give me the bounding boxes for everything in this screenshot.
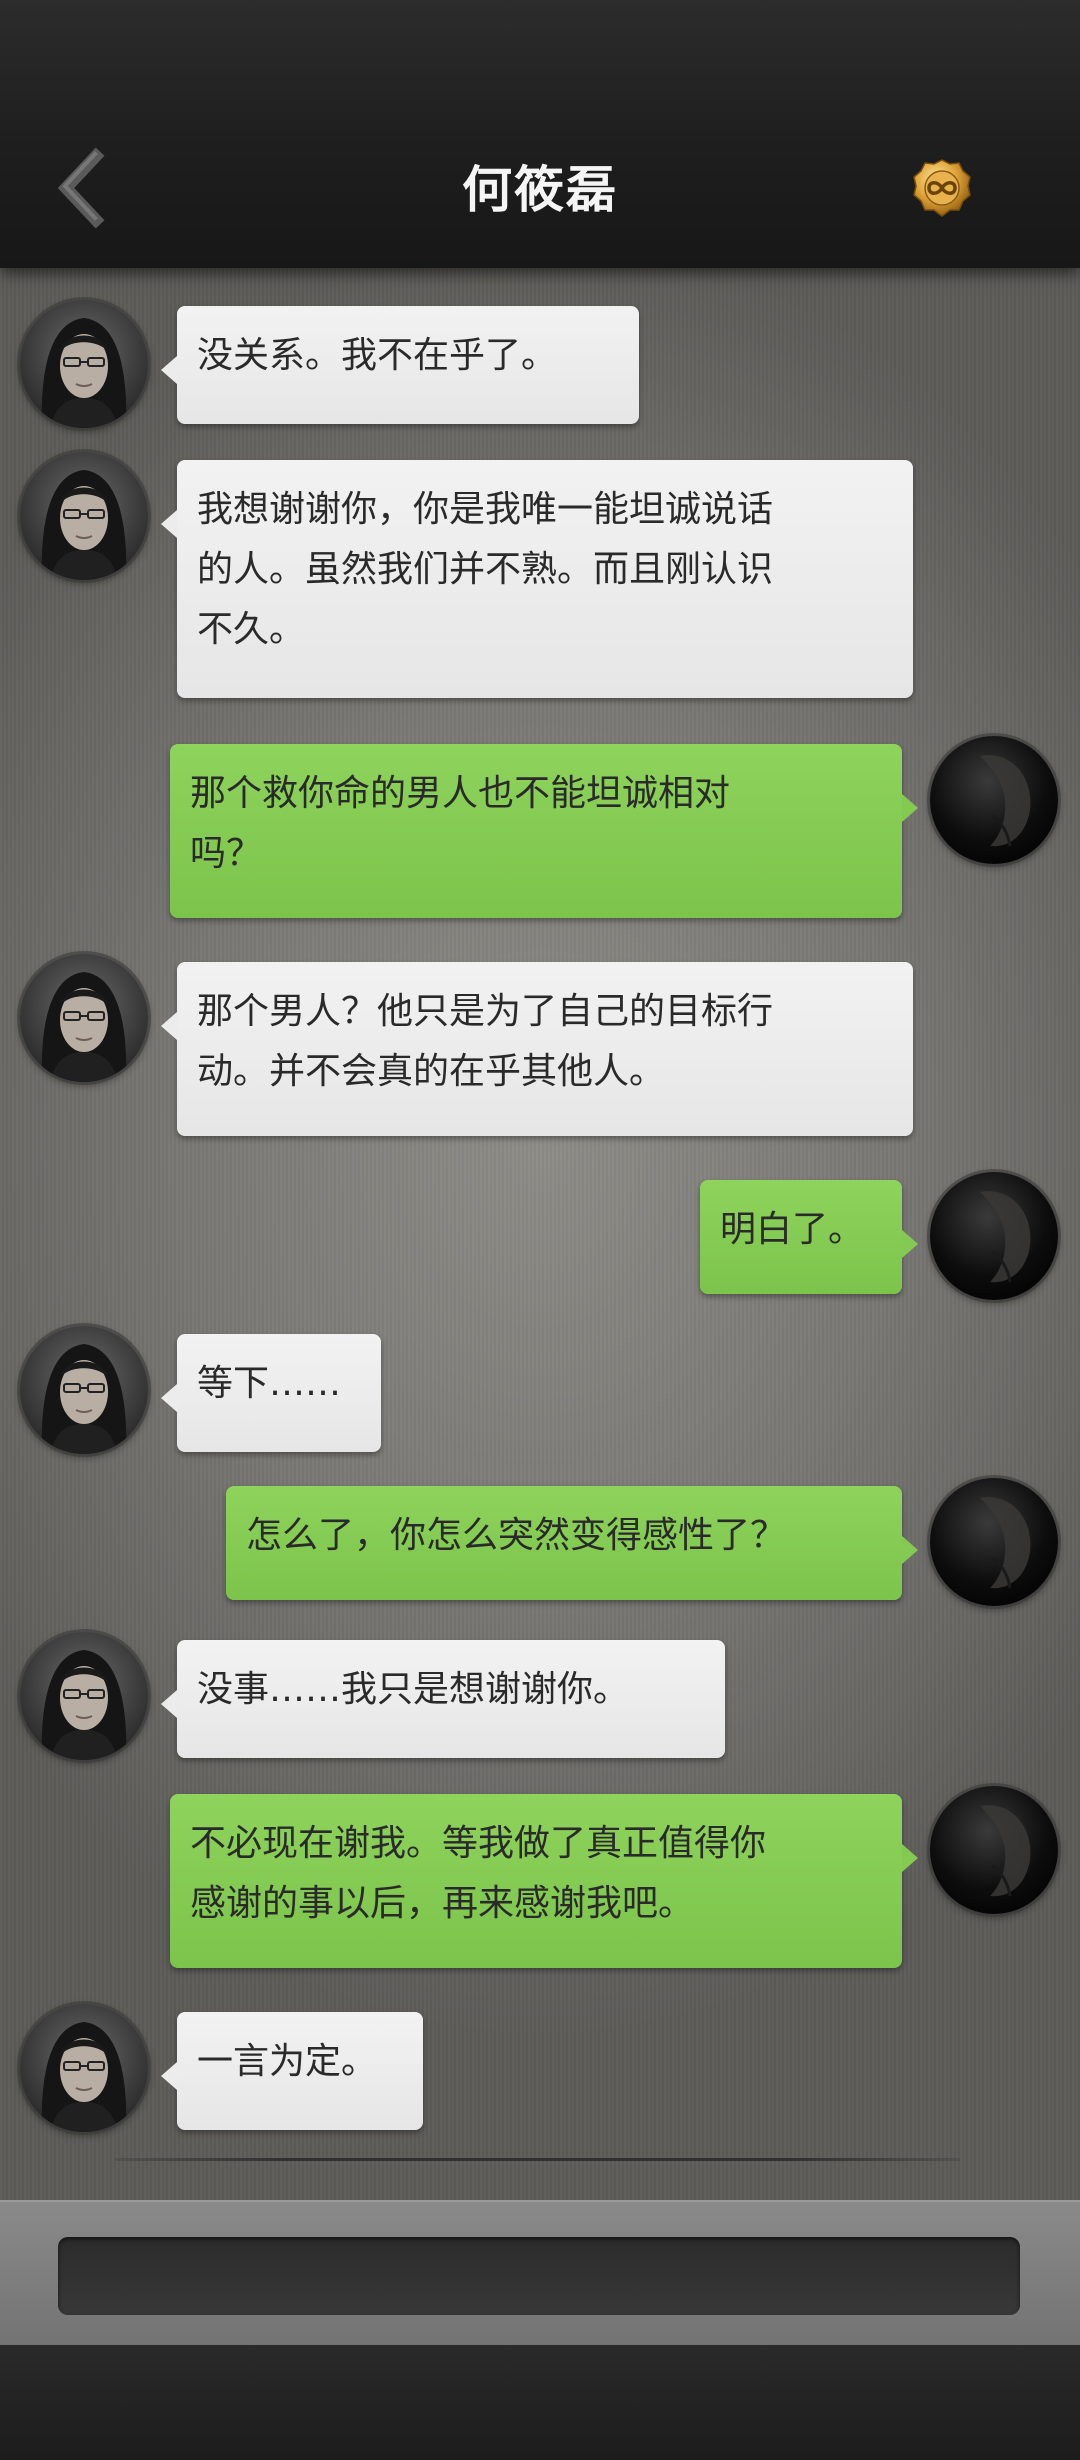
message-bubble: 明白了。 [700,1180,918,1294]
message-input[interactable] [58,2237,1020,2315]
chat-area[interactable]: 没关系。我不在乎了。 我想谢谢你，你是我唯一能坦诚说话 的人。虽然我们并不熟。而… [0,268,1080,2200]
contact-avatar[interactable] [20,1326,148,1454]
contact-avatar[interactable] [20,1632,148,1760]
user-avatar[interactable] [930,736,1058,864]
input-bar [0,2200,1080,2347]
contact-avatar[interactable] [20,452,148,580]
message-bubble: 那个男人？他只是为了自己的目标行 动。并不会真的在乎其他人。 [161,962,913,1136]
user-avatar[interactable] [930,1172,1058,1300]
message-bubble: 那个救你命的男人也不能坦诚相对 吗？ [170,744,918,918]
message-bubble: 一言为定。 [161,2012,423,2130]
message-bubble: 没关系。我不在乎了。 [161,306,639,424]
message-bubble: 没事……我只是想谢谢你。 [161,1640,725,1758]
user-avatar[interactable] [930,1478,1058,1606]
message-bubble: 不必现在谢我。等我做了真正值得你 感谢的事以后，再来感谢我吧。 [170,1794,918,1968]
bottom-strip [0,2345,1080,2460]
contact-avatar[interactable] [20,300,148,428]
contact-avatar[interactable] [20,2004,148,2132]
user-avatar[interactable] [930,1786,1058,1914]
contact-avatar[interactable] [20,954,148,1082]
chat-end-divider [115,2158,960,2161]
coin-button[interactable] [912,158,972,218]
infinity-coin-icon [913,159,971,217]
message-bubble: 怎么了，你怎么突然变得感性了？ [226,1486,918,1600]
top-bar: 何筱磊 [0,0,1080,268]
message-bubble: 等下…… [161,1334,381,1452]
message-bubble: 我想谢谢你，你是我唯一能坦诚说话 的人。虽然我们并不熟。而且刚认识 不久。 [161,460,913,698]
message-incoming: 一言为定。 [0,268,1080,269]
message-incoming: 没关系。我不在乎了。 [0,268,1080,408]
